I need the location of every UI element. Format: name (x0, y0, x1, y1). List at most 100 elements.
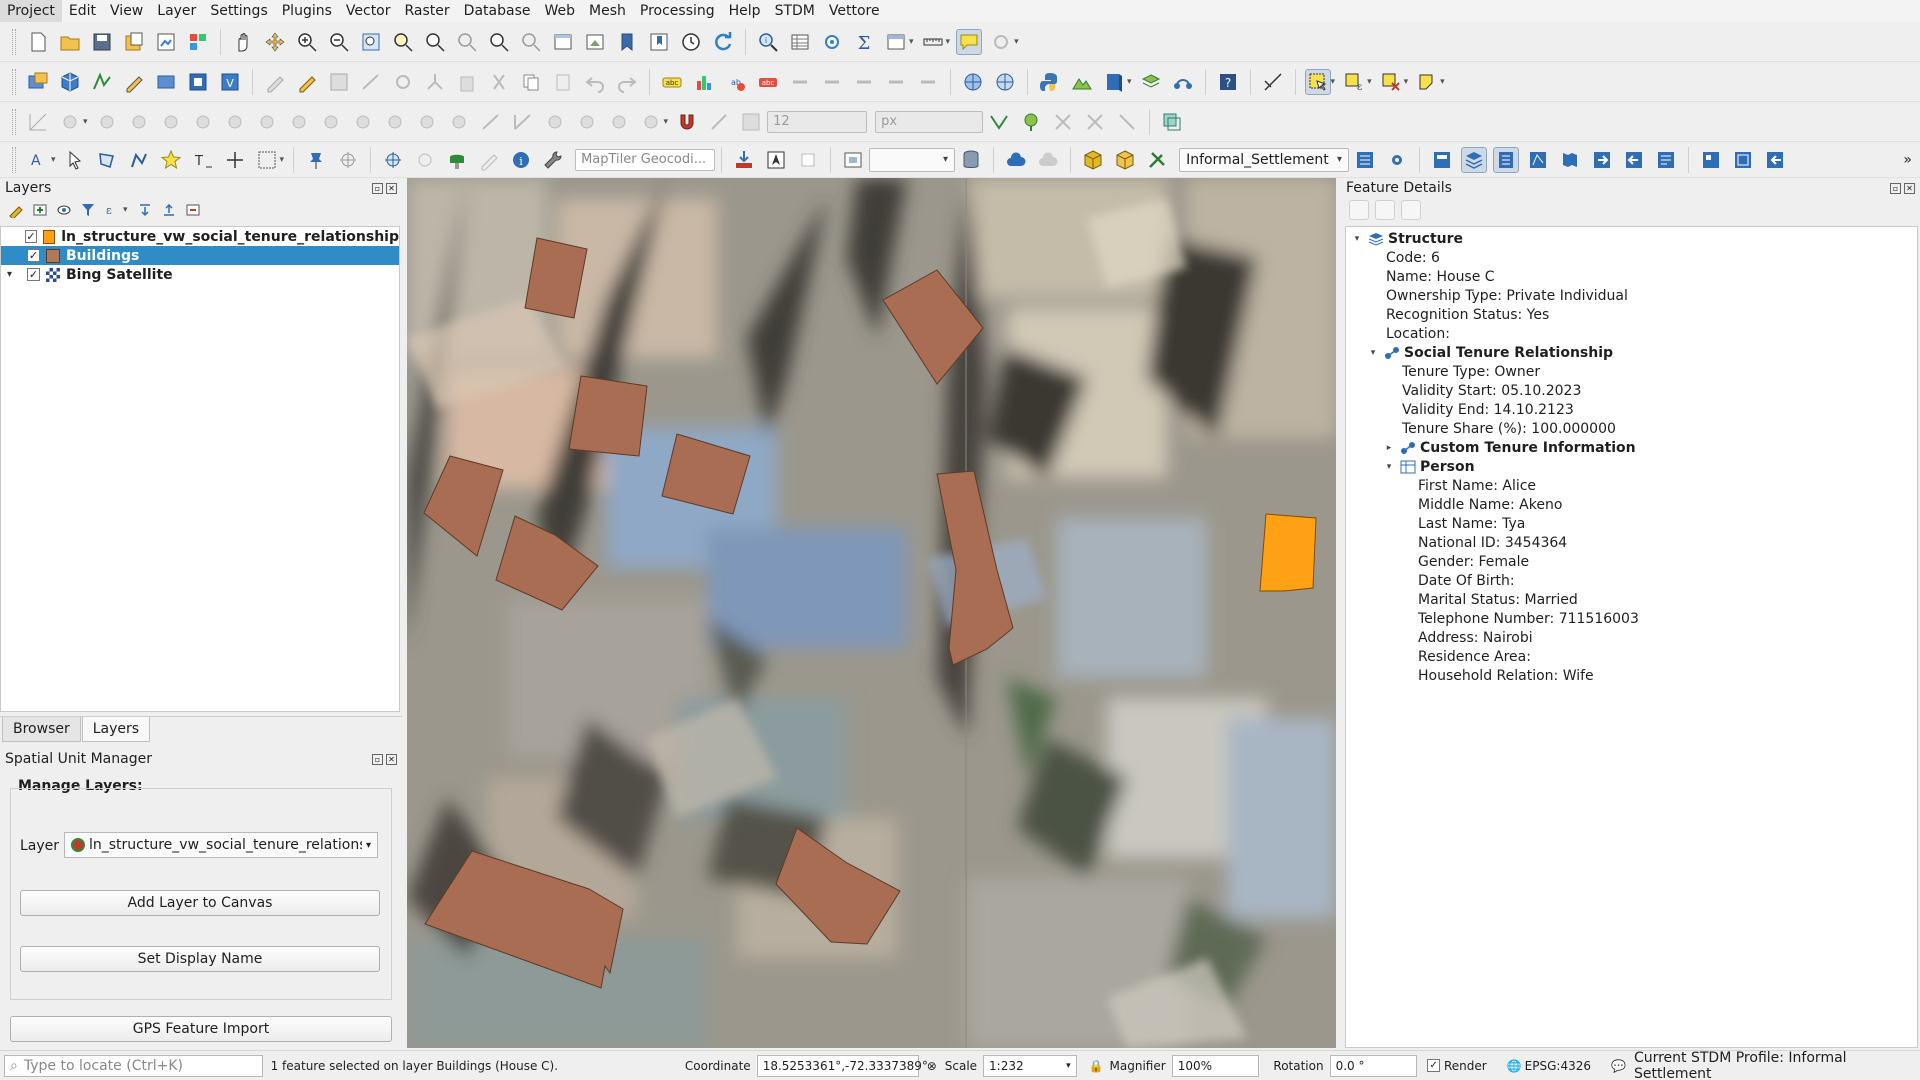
select-annotation-icon[interactable] (62, 147, 88, 173)
expand-down-icon[interactable]: ▾ (1366, 348, 1380, 358)
edit-record-icon[interactable] (1349, 200, 1369, 220)
offset-point-icon[interactable] (478, 109, 504, 135)
cloud-icon[interactable] (1003, 147, 1029, 173)
merge-attributes-icon[interactable] (414, 109, 440, 135)
feature-detail-row[interactable]: ▸ Custom Tenure Information (1346, 438, 1917, 457)
pin-icon[interactable] (303, 147, 329, 173)
select-location-icon[interactable] (1414, 69, 1440, 95)
toolbar-overflow-icon[interactable]: » (1903, 152, 1912, 168)
toolbar-handle[interactable] (12, 108, 16, 135)
toggle-editing-icon[interactable] (294, 69, 320, 95)
set-display-name-button[interactable]: Set Display Name (20, 946, 380, 972)
manage-visibility-icon[interactable] (54, 200, 74, 220)
snapping-icon[interactable] (1260, 69, 1286, 95)
close-icon[interactable]: ✕ (1904, 182, 1915, 194)
delete-vertex-icon[interactable] (1050, 109, 1076, 135)
feature-detail-row[interactable]: ▾ Person (1346, 457, 1917, 476)
reverse-line-icon[interactable] (1114, 109, 1140, 135)
pan-to-selection-icon[interactable] (262, 29, 288, 55)
offset-curve-icon[interactable] (286, 109, 312, 135)
label-move-icon[interactable] (819, 69, 845, 95)
dropdown-arrow-icon[interactable]: ▾ (1440, 77, 1445, 87)
add-group-icon[interactable] (30, 200, 50, 220)
tab-layers[interactable]: Layers (81, 717, 151, 742)
rotate-feature-icon[interactable] (638, 109, 664, 135)
vertex-tool-icon[interactable] (390, 69, 416, 95)
import-icon[interactable] (731, 147, 757, 173)
dropdown-arrow-icon[interactable]: ▾ (280, 155, 285, 165)
zoom-out-icon[interactable] (326, 29, 352, 55)
entity-icon[interactable] (1080, 147, 1106, 173)
feature-details-icon[interactable] (1493, 146, 1520, 173)
menu-vettore[interactable]: Vettore (822, 0, 887, 22)
identify-features-icon[interactable]: i (755, 29, 781, 55)
remove-layer-icon[interactable] (183, 200, 203, 220)
selected-building-polygon[interactable] (1259, 513, 1317, 592)
vertex-tool-current-layer-icon[interactable] (1018, 109, 1044, 135)
select-by-expression-icon[interactable]: ε (1341, 69, 1367, 95)
delete-selected-icon[interactable] (454, 69, 480, 95)
layer-select[interactable]: ln_structure_vw_social_tenure_relations … (64, 832, 378, 858)
dropdown-arrow-icon[interactable]: ▾ (1127, 77, 1132, 87)
layer-stack-icon[interactable] (1138, 69, 1164, 95)
new-project-icon[interactable] (25, 29, 51, 55)
paint-icon[interactable] (444, 147, 470, 173)
zoom-in-icon[interactable] (294, 29, 320, 55)
open-table-icon[interactable] (883, 29, 909, 55)
copy-features-icon[interactable] (518, 69, 544, 95)
deselect-icon[interactable] (1378, 69, 1404, 95)
pen-icon[interactable] (476, 147, 502, 173)
geocoder-search[interactable]: MapTiler Geocodi... (575, 148, 716, 171)
crosshair-icon[interactable] (335, 147, 361, 173)
menu-raster[interactable]: Raster (398, 0, 457, 22)
new-geopackage-icon[interactable] (57, 69, 83, 95)
expand-down-icon[interactable]: ▾ (1350, 234, 1364, 244)
expand-all-icon[interactable] (135, 200, 155, 220)
undo-icon[interactable] (582, 69, 608, 95)
expander-icon[interactable]: ▾ (7, 269, 21, 280)
digitize-icon[interactable] (121, 69, 147, 95)
data-source-manager-icon[interactable] (25, 69, 51, 95)
menu-mesh[interactable]: Mesh (582, 0, 633, 22)
messages-icon[interactable]: 💬 (1611, 1059, 1626, 1073)
crs-globe-icon[interactable]: 🌐 (1507, 1059, 1522, 1073)
dropdown-arrow-icon[interactable]: ▾ (51, 155, 56, 165)
map-doc-icon[interactable] (1557, 147, 1583, 173)
font-unit-combo[interactable]: px (875, 110, 984, 133)
book-icon[interactable] (1101, 69, 1127, 95)
menu-help[interactable]: Help (722, 0, 768, 22)
text-tool-icon[interactable]: T (190, 147, 216, 173)
locator-icon[interactable] (988, 29, 1014, 55)
cloud-sync-icon[interactable] (1035, 147, 1061, 173)
statistics-icon[interactable]: Σ (851, 29, 877, 55)
cut-features-icon[interactable] (486, 69, 512, 95)
magnifier-field[interactable]: 100% (1171, 1054, 1260, 1077)
building-polygon[interactable] (568, 375, 648, 457)
create-polygon-icon[interactable] (94, 147, 120, 173)
export-data-icon[interactable] (1621, 147, 1647, 173)
scan-icon[interactable] (1730, 147, 1756, 173)
coordinate-toggle-icon[interactable]: ⊗ (927, 1059, 937, 1073)
add-part-icon[interactable] (126, 109, 152, 135)
zoom-selection-icon[interactable] (390, 29, 416, 55)
filter-expression-icon[interactable]: ε (102, 200, 122, 220)
snap-settings-icon[interactable] (738, 109, 764, 135)
close-icon[interactable]: ✕ (386, 753, 397, 765)
layer-row-bing[interactable]: ▾ ✓ Bing Satellite (1, 265, 399, 284)
menu-layer[interactable]: Layer (150, 0, 203, 22)
layer-visibility-checkbox[interactable]: ✓ (27, 249, 40, 262)
coordinate-field[interactable]: 18.5253361°,-72.3337389° (756, 1054, 928, 1077)
delete-record-icon[interactable] (1375, 200, 1395, 220)
north-arrow-icon[interactable] (763, 147, 789, 173)
rotate-symbols-icon[interactable] (446, 109, 472, 135)
feature-detail-row[interactable]: ▾ Structure (1346, 229, 1917, 248)
font-size-field[interactable]: 12 (767, 110, 868, 133)
redo-icon[interactable] (614, 69, 640, 95)
lock-scale-icon[interactable]: 🔒 (1089, 1059, 1104, 1073)
label-tool-icon[interactable] (787, 69, 813, 95)
configure-icon[interactable] (1384, 147, 1410, 173)
reshape-icon[interactable] (254, 109, 280, 135)
info-icon[interactable]: i (508, 147, 534, 173)
label-show-icon[interactable] (915, 69, 941, 95)
toolbar-handle[interactable] (12, 68, 16, 95)
